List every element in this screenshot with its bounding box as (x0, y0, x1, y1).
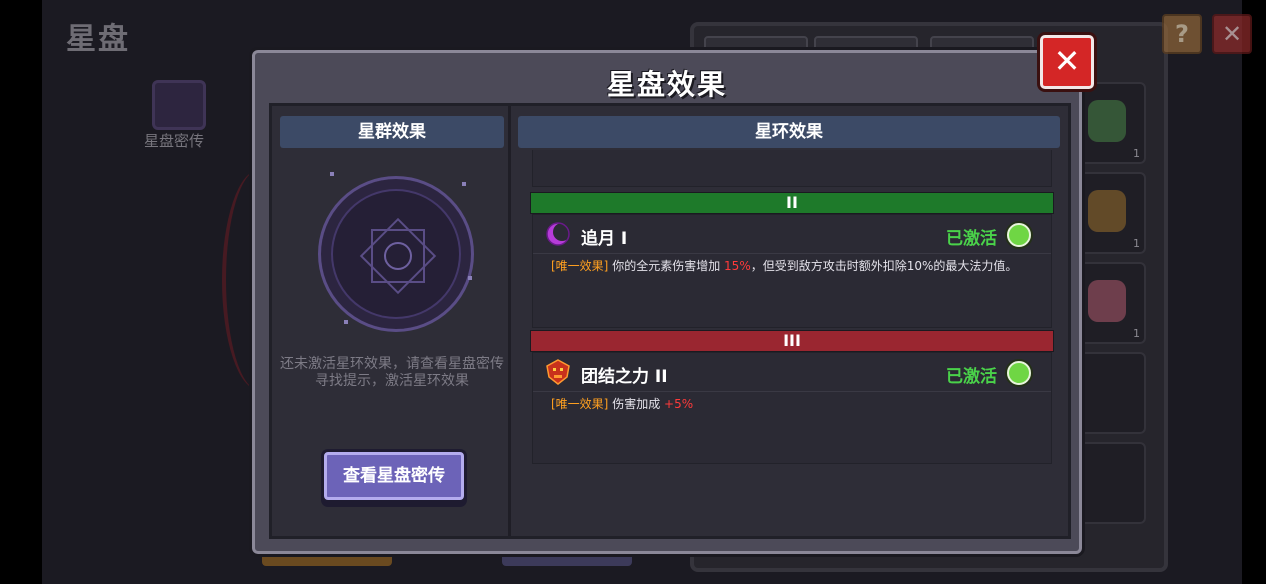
star-book-label: 星盘密传 (144, 132, 205, 150)
constellation-effect-header: 星群效果 (280, 116, 504, 148)
star-disk-emblem-icon (318, 176, 474, 332)
effect-name: 追月 I (581, 229, 628, 249)
character-sprite-icon (1088, 190, 1126, 232)
effect-card-header: 追月 I 已激活 (533, 215, 1051, 254)
slot-count: 1 (1133, 327, 1140, 340)
effect-name: 团结之力 II (581, 367, 668, 387)
inventory-slot: 1 (1072, 262, 1146, 344)
effect-value: +5% (664, 397, 694, 411)
effect-status: 已激活 (946, 367, 997, 387)
effect-tag: [唯一效果] (551, 397, 609, 411)
modal-title: 星盘效果 (606, 68, 727, 101)
background-close-button[interactable]: ✕ (1212, 14, 1252, 54)
effect-desc-text: ，但受到敌方攻击时额外扣除10%的最大法力值。 (750, 259, 1018, 273)
inventory-slot: 1 (1072, 172, 1146, 254)
sparkle-icon (344, 320, 348, 324)
effect-description: [唯一效果] 你的全元素伤害增加 15%，但受到敌方攻击时额外扣除10%的最大法… (551, 259, 1041, 274)
active-status-icon (1007, 223, 1031, 247)
active-status-icon (1007, 361, 1031, 385)
effect-card-header: 团结之力 II 已激活 (533, 353, 1051, 392)
previous-effect-card (532, 150, 1052, 187)
inventory-slot (1072, 352, 1146, 434)
inactive-hint-text: 还未激活星环效果，请查看星盘密传寻找提示，激活星环效果 (280, 356, 504, 389)
crescent-moon-icon (546, 222, 571, 246)
tier-bar-3: III (530, 330, 1054, 352)
help-button[interactable]: ? (1162, 14, 1202, 54)
effect-tag: [唯一效果] (551, 259, 609, 273)
character-sprite-icon (1088, 100, 1126, 142)
slot-count: 1 (1133, 147, 1140, 160)
effect-description: [唯一效果] 伤害加成 +5% (551, 397, 1041, 412)
left-letterbox (0, 0, 42, 584)
star-book-icon (152, 80, 206, 130)
tier-bar-2: II (530, 192, 1054, 214)
ring-effect-list[interactable]: II 追月 I 已激活 [唯一效果] 你的全元素伤害增加 15%，但受到敌方攻击… (530, 150, 1054, 526)
view-star-disk-secret-button[interactable]: 查看星盘密传 (324, 452, 464, 500)
effect-card-zhuiyue: 追月 I 已激活 [唯一效果] 你的全元素伤害增加 15%，但受到敌方攻击时额外… (532, 214, 1052, 328)
close-button[interactable]: ✕ (1040, 35, 1094, 89)
effect-desc-text: 你的全元素伤害增加 (612, 259, 721, 273)
disk-core (384, 242, 412, 270)
inventory-slot: 1 (1072, 82, 1146, 164)
column-divider (508, 106, 511, 536)
effect-value: 15% (724, 259, 751, 273)
effect-card-tuanjie: 团结之力 II 已激活 [唯一效果] 伤害加成 +5% (532, 352, 1052, 464)
modal-content: 星群效果 还未激活星环效果，请查看星盘密传寻找提示，激活星环效果 查看星盘密传 … (269, 103, 1071, 539)
sparkle-icon (468, 276, 472, 280)
slot-count: 1 (1133, 237, 1140, 250)
demon-mask-icon (546, 359, 570, 385)
star-disk-effect-modal: 星盘效果 星群效果 还未激活星环效果，请查看星盘密传寻找提示，激活星环效果 查看… (252, 50, 1082, 554)
right-letterbox (1242, 0, 1266, 584)
effect-status: 已激活 (946, 229, 997, 249)
ring-effect-header: 星环效果 (518, 116, 1060, 148)
inventory-slot (1072, 442, 1146, 524)
sparkle-icon (330, 172, 334, 176)
effect-desc-text: 伤害加成 (612, 397, 661, 411)
character-sprite-icon (1088, 280, 1126, 322)
background-title: 星盘 (66, 22, 130, 57)
sparkle-icon (462, 182, 466, 186)
